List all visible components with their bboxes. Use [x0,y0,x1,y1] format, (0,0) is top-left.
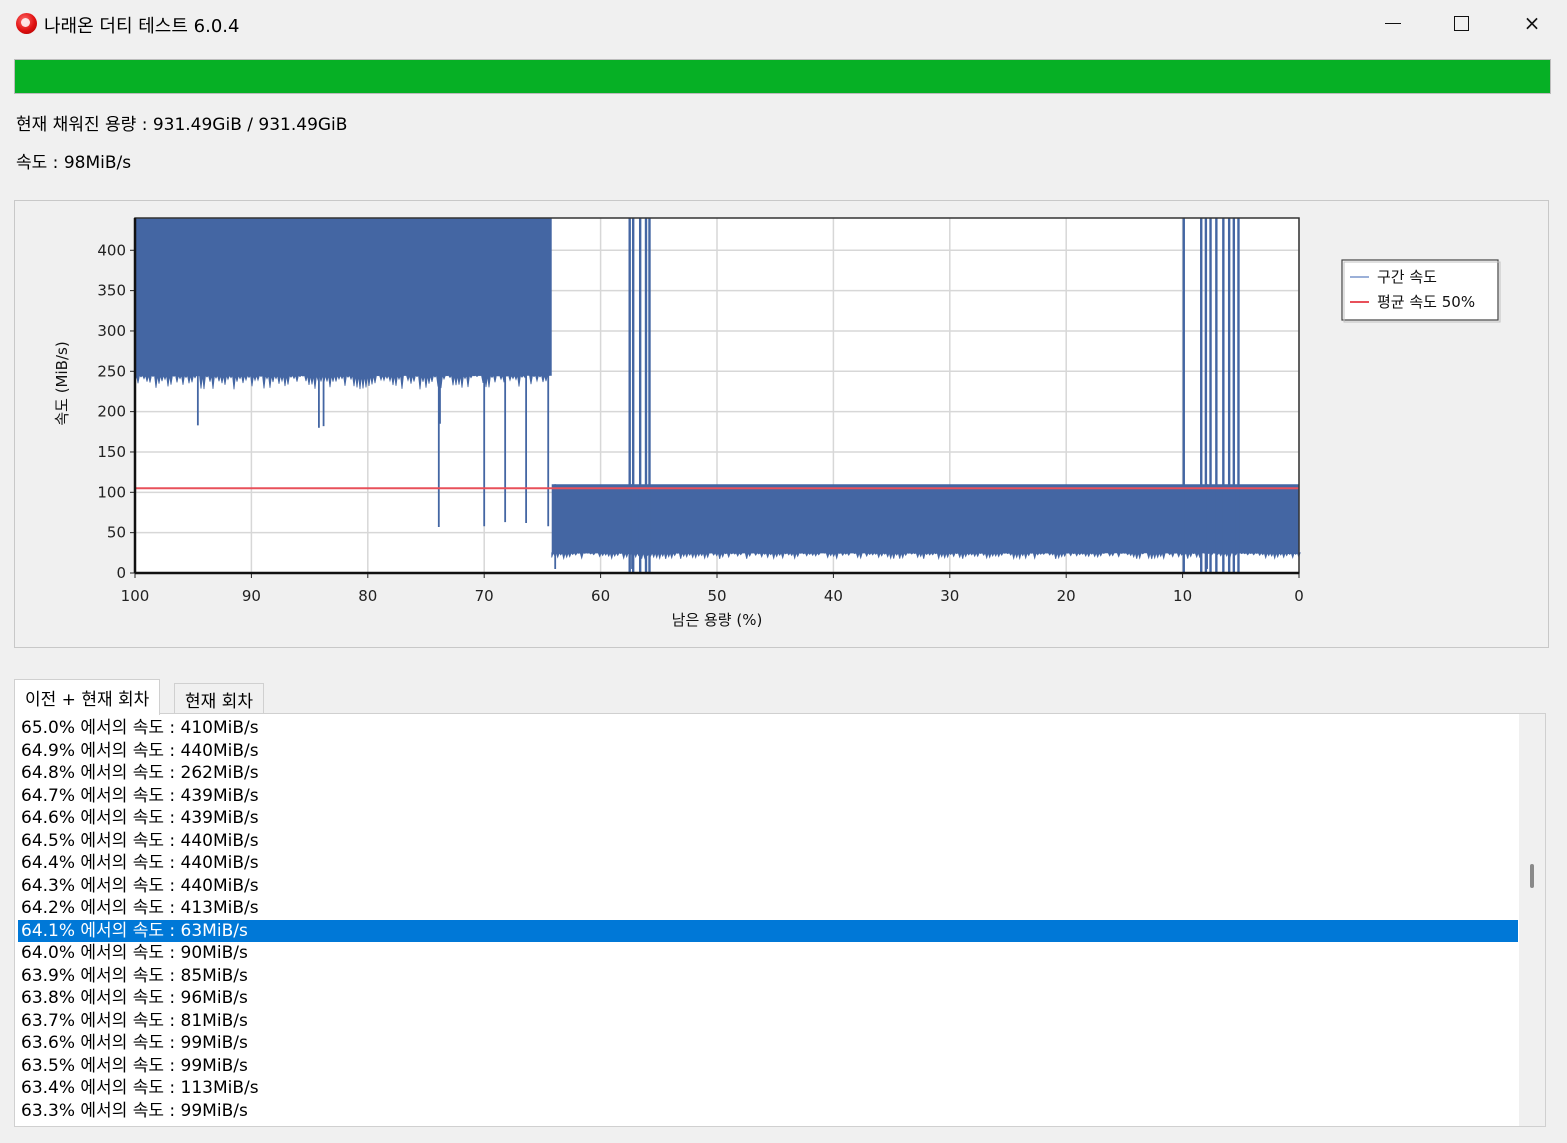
x-tick-label: 90 [242,587,261,605]
list-item[interactable]: 64.2% 에서의 속도 : 413MiB/s [18,897,1518,919]
speed-log-list[interactable]: 65.0% 에서의 속도 : 410MiB/s 64.9% 에서의 속도 : 44… [14,713,1546,1127]
speed-text: 속도 : 98MiB/s [16,153,132,173]
filled-capacity-text: 현재 채워진 용량 : 931.49GiB / 931.49GiB [16,115,348,135]
x-tick-label: 80 [358,587,377,605]
list-item[interactable]: 63.8% 에서의 속도 : 96MiB/s [18,987,1518,1009]
close-icon: × [1523,11,1541,35]
list-item[interactable]: 63.5% 에서의 속도 : 99MiB/s [18,1055,1518,1077]
x-tick-label: 50 [707,587,726,605]
x-tick-label: 60 [591,587,610,605]
maximize-button[interactable] [1426,0,1496,46]
close-button[interactable]: × [1497,0,1567,46]
y-tick-label: 200 [97,403,126,421]
y-tick-label: 350 [97,282,126,300]
list-item[interactable]: 63.4% 에서의 속도 : 113MiB/s [18,1077,1518,1099]
x-axis-label: 남은 용량 (%) [672,611,763,629]
minimize-button[interactable] [1358,0,1428,46]
speed-chart-panel: 100 90 80 70 60 50 40 30 20 10 0 0 50 100 150 200 250 300… [14,200,1549,648]
window-title: 나래온 더티 테스트 6.0.4 [44,16,240,37]
list-item[interactable]: 64.9% 에서의 속도 : 440MiB/s [18,740,1518,762]
series-band [135,218,552,376]
y-axis-label: 속도 (MiB/s) [53,341,71,425]
x-tick-label: 40 [824,587,843,605]
x-tick-label: 30 [940,587,959,605]
x-tick-label: 10 [1173,587,1192,605]
tab-label: 현재 회차 [185,692,253,712]
list-item[interactable]: 64.0% 에서의 속도 : 90MiB/s [18,942,1518,964]
chart-legend: 구간 속도평균 속도 50% [1341,259,1501,323]
maximize-icon [1453,15,1469,31]
tab-label: 이전 + 현재 회차 [25,690,150,710]
y-tick-label: 100 [97,483,126,501]
title-bar: 나래온 더티 테스트 6.0.4 × [0,0,1567,48]
list-item[interactable]: 64.4% 에서의 속도 : 440MiB/s [18,852,1518,874]
list-item[interactable]: 63.9% 에서의 속도 : 85MiB/s [18,965,1518,987]
list-item[interactable]: 63.6% 에서의 속도 : 99MiB/s [18,1032,1518,1054]
list-item[interactable]: 65.0% 에서의 속도 : 410MiB/s [18,717,1518,739]
legend-label: 구간 속도 [1377,268,1437,286]
tab-current[interactable]: 현재 회차 [174,683,264,715]
x-tick-label: 100 [121,587,150,605]
speed-chart: 100 90 80 70 60 50 40 30 20 10 0050100150200250300… [53,217,1501,629]
y-tick-label: 250 [97,362,126,380]
list-scrollbar[interactable] [1519,714,1545,1126]
list-item[interactable]: 64.3% 에서의 속도 : 440MiB/s [18,875,1518,897]
list-item[interactable]: 64.7% 에서의 속도 : 439MiB/s [18,785,1518,807]
scrollbar-thumb[interactable] [1530,864,1534,888]
y-tick-label: 150 [97,443,126,461]
minimize-icon [1385,22,1401,24]
list-item[interactable]: 64.6% 에서의 속도 : 439MiB/s [18,807,1518,829]
y-tick-label: 400 [97,241,126,259]
list-item[interactable]: 64.8% 에서의 속도 : 262MiB/s [18,762,1518,784]
y-tick-label: 50 [107,524,126,542]
y-tick-label: 300 [97,322,126,340]
x-tick-label: 70 [475,587,494,605]
x-tick-label: 20 [1057,587,1076,605]
fill-progress-bar [14,59,1551,94]
series-band [551,484,1299,553]
legend-label: 평균 속도 50% [1377,293,1475,311]
app-logo-icon [16,13,37,34]
list-item[interactable]: 64.5% 에서의 속도 : 440MiB/s [18,830,1518,852]
list-item[interactable]: 63.3% 에서의 속도 : 99MiB/s [18,1100,1518,1122]
y-tick-label: 0 [116,564,126,582]
list-item[interactable]: 63.7% 에서의 속도 : 81MiB/s [18,1010,1518,1032]
progress-fill [15,60,1550,93]
list-item[interactable]: 64.1% 에서의 속도 : 63MiB/s [18,919,1518,942]
x-tick-label: 0 [1294,587,1304,605]
tab-previous-and-current[interactable]: 이전 + 현재 회차 [14,679,161,715]
